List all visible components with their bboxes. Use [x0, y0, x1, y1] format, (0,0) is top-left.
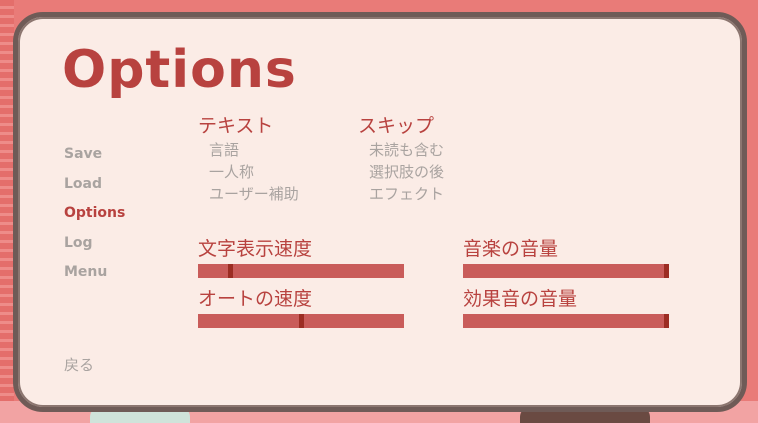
option-skip-after-choices[interactable]: 選択肢の後 — [358, 161, 444, 183]
nav-menu[interactable]: Menu — [64, 264, 125, 294]
text-speed-slider[interactable] — [198, 264, 404, 278]
skip-options-group: スキップ 未読も含む 選択肢の後 エフェクト — [358, 115, 444, 205]
background-pattern — [0, 0, 14, 423]
skip-group-heading: スキップ — [358, 115, 435, 137]
option-skip-effects[interactable]: エフェクト — [358, 183, 444, 205]
text-speed-label: 文字表示速度 — [198, 238, 313, 260]
music-volume-label: 音楽の音量 — [463, 238, 559, 260]
auto-speed-label: オートの速度 — [198, 288, 313, 310]
sfx-volume-label: 効果音の音量 — [463, 288, 578, 310]
back-button[interactable]: 戻る — [64, 354, 94, 375]
option-skip-unread[interactable]: 未読も含む — [358, 139, 444, 161]
text-group-heading: テキスト — [198, 115, 274, 137]
text-speed-slider-thumb[interactable] — [228, 264, 233, 278]
nav-log[interactable]: Log — [64, 235, 125, 265]
text-speed-slider-block: 文字表示速度 — [198, 237, 404, 278]
sfx-volume-slider[interactable] — [463, 314, 669, 328]
auto-speed-slider-block: オートの速度 — [198, 287, 404, 328]
nav-options[interactable]: Options — [64, 205, 125, 235]
nav-save[interactable]: Save — [64, 146, 125, 176]
nav-load[interactable]: Load — [64, 176, 125, 206]
option-language[interactable]: 言語 — [198, 139, 299, 161]
music-volume-slider[interactable] — [463, 264, 669, 278]
music-volume-slider-thumb[interactable] — [664, 264, 669, 278]
text-options-group: テキスト 言語 一人称 ユーザー補助 — [198, 115, 299, 205]
auto-speed-slider-thumb[interactable] — [299, 314, 304, 328]
music-volume-slider-block: 音楽の音量 — [463, 237, 669, 278]
sfx-volume-slider-thumb[interactable] — [664, 314, 669, 328]
page-title: Options — [62, 40, 297, 100]
option-first-person[interactable]: 一人称 — [198, 161, 299, 183]
sfx-volume-slider-block: 効果音の音量 — [463, 287, 669, 328]
option-accessibility[interactable]: ユーザー補助 — [198, 183, 299, 205]
auto-speed-slider[interactable] — [198, 314, 404, 328]
game-menu-nav: Save Load Options Log Menu — [64, 146, 125, 294]
